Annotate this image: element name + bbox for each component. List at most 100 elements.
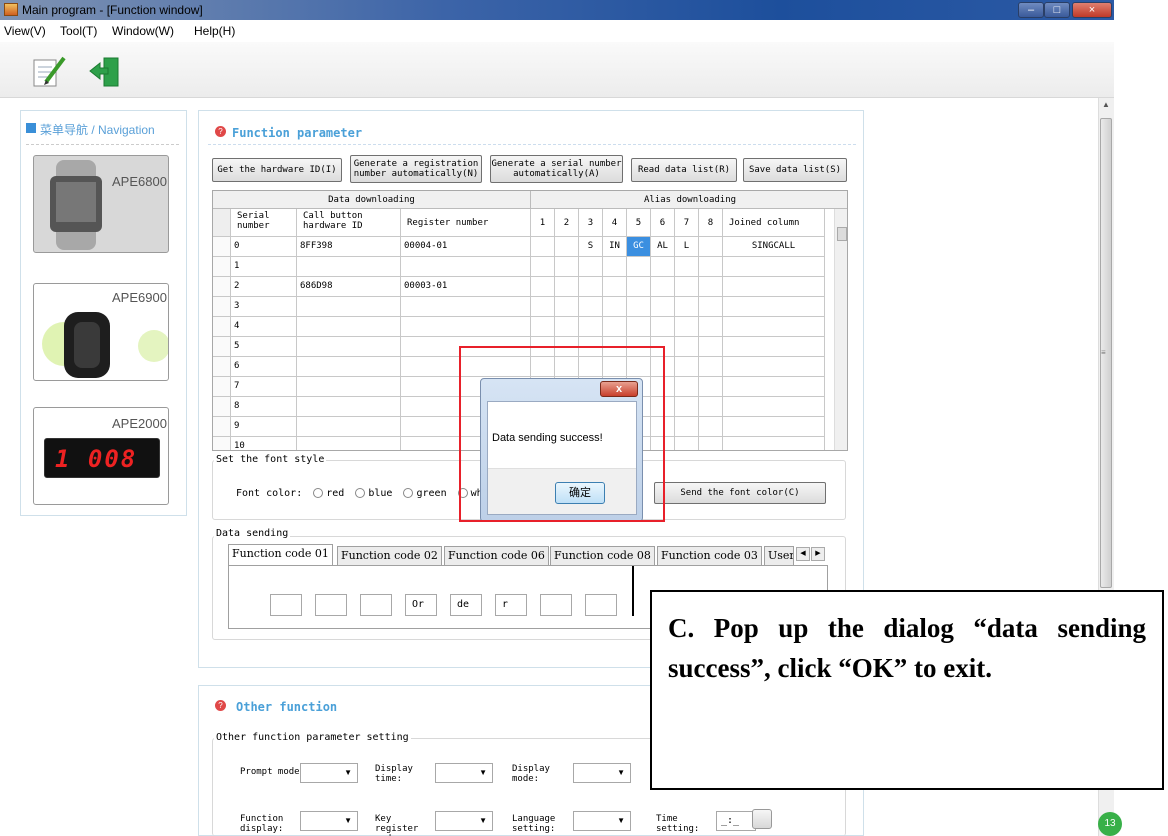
alias-cell	[699, 377, 723, 397]
alias-cell	[603, 277, 627, 297]
instruction-callout: C. Pop up the dialog “data sending succe…	[650, 590, 1164, 790]
exit-icon[interactable]	[88, 56, 122, 88]
display-time-label: Display time:	[375, 764, 413, 784]
code-input-box[interactable]	[360, 594, 392, 616]
minimize-button[interactable]: –	[1018, 2, 1044, 18]
row-selector[interactable]	[213, 397, 231, 417]
joined-column-cell	[723, 437, 825, 450]
send-font-color-button[interactable]: Send the font color(C)	[654, 482, 826, 504]
save-data-list-button[interactable]: Save data list(S)	[743, 158, 847, 182]
scroll-up-arrow-icon[interactable]: ▲	[1102, 100, 1110, 109]
row-selector[interactable]	[213, 209, 231, 237]
chevron-down-icon: ▼	[617, 768, 625, 777]
menu-help[interactable]: Help(H)	[194, 24, 235, 38]
column-header: 4	[603, 209, 627, 237]
radio-blue[interactable]	[355, 488, 366, 498]
language-label: Language setting:	[512, 814, 556, 834]
data-sending-title: Data sending	[214, 528, 291, 539]
radio-red[interactable]	[313, 488, 324, 498]
table-scrollbar[interactable]	[834, 209, 847, 450]
tab-function-code-08[interactable]: Function code 08	[550, 546, 655, 566]
time-setting-input[interactable]: _:_	[716, 811, 756, 831]
chevron-down-icon: ▼	[479, 768, 487, 777]
column-header: Joined column	[723, 209, 825, 237]
code-input-box[interactable]: Or	[405, 594, 437, 616]
language-select[interactable]: ▼	[573, 811, 631, 831]
tab-function-code-01[interactable]: Function code 01	[228, 544, 333, 566]
menu-tool[interactable]: Tool(T)	[60, 24, 97, 38]
row-selector[interactable]	[213, 317, 231, 337]
hardware-id-cell	[297, 397, 401, 417]
key-register-select[interactable]: ▼	[435, 811, 493, 831]
code-input-box[interactable]: de	[450, 594, 482, 616]
joined-column-cell	[723, 357, 825, 377]
register-number-cell: 00003-01	[401, 277, 531, 297]
tab-function-code-03[interactable]: Function code 03	[657, 546, 762, 566]
row-selector[interactable]	[213, 297, 231, 317]
alias-cell	[531, 297, 555, 317]
code-input-box[interactable]	[540, 594, 572, 616]
row-selector[interactable]	[213, 277, 231, 297]
read-data-list-button[interactable]: Read data list(R)	[631, 158, 737, 182]
prompt-mode-select[interactable]: ▼	[300, 763, 358, 783]
alias-cell	[675, 277, 699, 297]
chevron-down-icon: ▼	[344, 816, 352, 825]
radio-red-label: red	[326, 488, 345, 499]
alias-cell	[579, 317, 603, 337]
row-selector[interactable]	[213, 337, 231, 357]
alias-cell	[531, 237, 555, 257]
alias-cell	[675, 317, 699, 337]
generate-serial-button[interactable]: Generate a serial number automatically(A…	[490, 155, 623, 183]
hardware-id-cell	[297, 337, 401, 357]
highlight-rectangle	[459, 346, 665, 522]
tab-function-code-02[interactable]: Function code 02	[337, 546, 442, 566]
alias-cell	[675, 337, 699, 357]
table-scroll-thumb[interactable]	[837, 227, 847, 241]
code-input-box[interactable]: r	[495, 594, 527, 616]
nav-title: 菜单导航 / Navigation	[40, 123, 155, 137]
code-input-box[interactable]	[270, 594, 302, 616]
generate-registration-button[interactable]: Generate a registration number automatic…	[350, 155, 482, 183]
edit-icon[interactable]	[32, 54, 66, 88]
alias-cell	[699, 317, 723, 337]
row-selector[interactable]	[213, 357, 231, 377]
row-selector[interactable]	[213, 437, 231, 450]
nav-card-ape2000[interactable]: APE2000 1 008	[33, 407, 169, 505]
nav-card-ape6900[interactable]: APE6900	[33, 283, 169, 381]
time-spin-button[interactable]	[752, 809, 772, 829]
function-display-select[interactable]: ▼	[300, 811, 358, 831]
get-hardware-id-button[interactable]: Get the hardware ID(I)	[212, 158, 342, 182]
hardware-id-cell	[297, 357, 401, 377]
nav-card-ape6800[interactable]: APE6800	[33, 155, 169, 253]
serial-number-cell: 1	[231, 257, 297, 277]
serial-number-cell: 3	[231, 297, 297, 317]
joined-column-cell	[723, 317, 825, 337]
alias-cell	[651, 257, 675, 277]
tab-scroll-right-icon[interactable]: ▶	[811, 547, 825, 561]
alias-cell	[531, 277, 555, 297]
other-function-title: Other function	[236, 700, 338, 714]
radio-green[interactable]	[403, 488, 414, 498]
row-selector[interactable]	[213, 417, 231, 437]
close-button[interactable]: ×	[1072, 2, 1112, 18]
menu-window[interactable]: Window(W)	[112, 24, 174, 38]
menu-view[interactable]: View(V)	[4, 24, 46, 38]
toolbar	[0, 42, 1114, 98]
display-time-select[interactable]: ▼	[435, 763, 493, 783]
alias-cell	[603, 257, 627, 277]
alias-cell: AL	[651, 237, 675, 257]
tab-function-code-06[interactable]: Function code 06	[444, 546, 549, 566]
font-color-label: Font color:	[236, 488, 303, 499]
row-selector[interactable]	[213, 237, 231, 257]
alias-downloading-header: Alias downloading	[531, 191, 847, 209]
column-header: 8	[699, 209, 723, 237]
tab-user[interactable]: User	[764, 546, 794, 566]
code-input-box[interactable]	[585, 594, 617, 616]
row-selector[interactable]	[213, 377, 231, 397]
maximize-button[interactable]: □	[1044, 2, 1070, 18]
row-selector[interactable]	[213, 257, 231, 277]
code-input-box[interactable]	[315, 594, 347, 616]
alias-cell	[699, 357, 723, 377]
tab-scroll-left-icon[interactable]: ◀	[796, 547, 810, 561]
display-mode-select[interactable]: ▼	[573, 763, 631, 783]
